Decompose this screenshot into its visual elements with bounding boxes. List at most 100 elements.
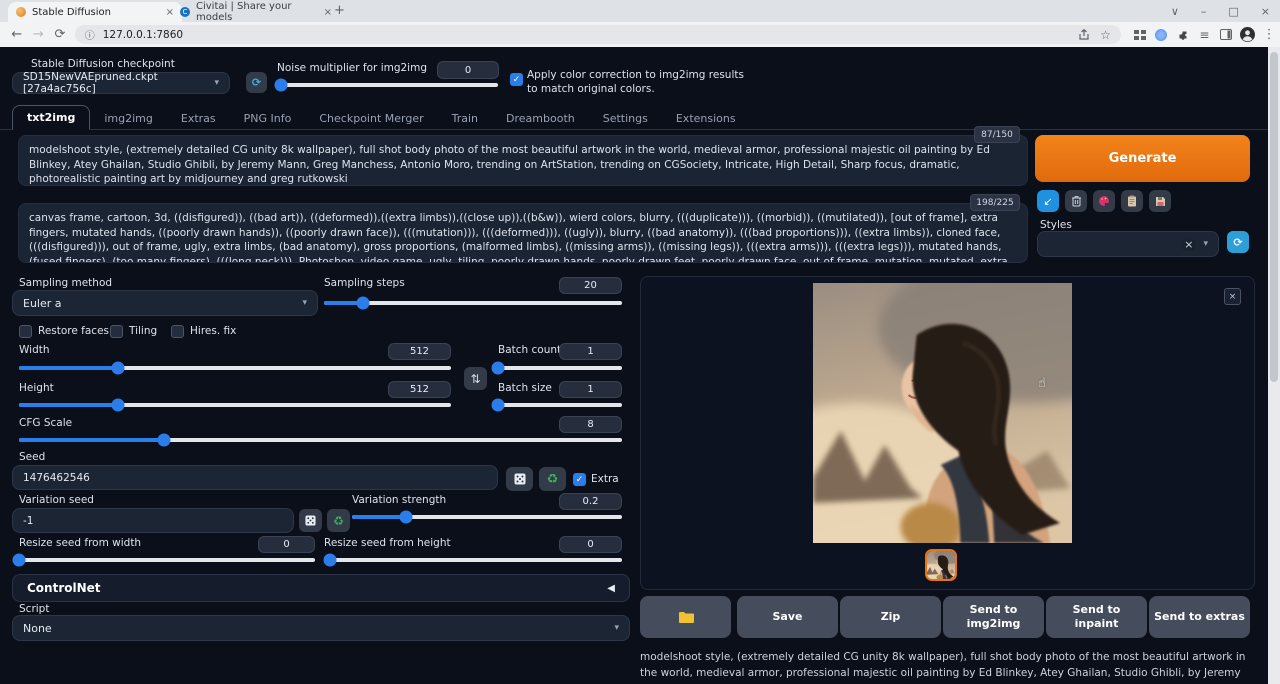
chevron-down-icon: ▾ [614,623,619,633]
checkpoint-dropdown[interactable]: SD15NewVAEpruned.ckpt [27a4ac756c] ▾ [12,72,230,94]
page-scrollbar-thumb[interactable] [1270,52,1278,382]
send-to-extras-button[interactable]: Send to extras [1149,596,1250,638]
share-icon[interactable] [1078,29,1090,41]
noise-multiplier-slider[interactable] [281,78,498,92]
reuse-seed-recycle-button[interactable]: ♻ [539,467,566,491]
browser-tab-title: Stable Diffusion [32,7,111,18]
window-close-icon[interactable]: × [1261,5,1270,18]
tab-train[interactable]: Train [438,107,492,130]
height-value[interactable]: 512 [388,381,451,398]
app-tabs: txt2img img2img Extras PNG Info Checkpoi… [12,104,750,130]
tab-checkpoint-merger[interactable]: Checkpoint Merger [305,107,437,130]
random-variation-seed-dice-button[interactable] [299,509,322,532]
gallery-thumbnail[interactable] [925,549,957,581]
batch-size-slider[interactable] [498,398,622,412]
window-minimize-icon[interactable]: – [1201,5,1207,18]
tiling-checkbox[interactable]: ✓ [110,325,123,338]
save-button[interactable]: Save [737,596,838,638]
batch-count-value[interactable]: 1 [559,343,622,360]
window-controls: ∨ – □ × [1171,0,1270,22]
apply-style-clipboard-button[interactable] [1121,190,1143,212]
meet-grid-icon[interactable] [1129,30,1151,40]
tab-img2img[interactable]: img2img [90,107,167,130]
send-to-img2img-button[interactable]: Send to img2img [943,596,1044,638]
resize-seed-width-value[interactable]: 0 [258,536,315,553]
height-label: Height [19,382,54,394]
side-panel-icon[interactable] [1215,29,1237,40]
generated-image[interactable] [813,283,1072,543]
negative-prompt-textarea[interactable]: canvas frame, cartoon, 3d, ((disfigured)… [18,203,1028,263]
extensions-puzzle-icon[interactable] [1172,29,1194,41]
sampling-method-dropdown[interactable]: Euler a ▾ [12,290,318,316]
cfg-scale-slider[interactable] [19,433,622,447]
controlnet-accordion[interactable]: ControlNet ◀ [12,574,630,602]
tab-png-info[interactable]: PNG Info [230,107,306,130]
generate-button[interactable]: Generate [1035,135,1250,182]
restore-faces-checkbox[interactable]: ✓ [19,325,32,338]
address-bar[interactable]: ⓘ 127.0.0.1:7860 ☆ [75,25,1121,44]
browser-menu-chevron-icon[interactable]: ∨ [1171,5,1179,18]
send-to-inpaint-button[interactable]: Send to inpaint [1046,596,1147,638]
script-dropdown[interactable]: None ▾ [12,615,630,641]
variation-strength-value[interactable]: 0.2 [559,493,622,510]
back-icon[interactable]: ← [6,27,28,42]
resize-seed-width-slider[interactable] [19,553,315,567]
clear-prompt-trash-button[interactable] [1065,190,1087,212]
styles-palette-button[interactable] [1093,190,1115,212]
refresh-styles-button[interactable]: ⟳ [1227,231,1249,253]
sampling-steps-slider[interactable] [324,296,622,310]
script-label: Script [19,603,49,615]
paste-parameters-button[interactable]: ↙ [1037,190,1059,212]
tab-txt2img[interactable]: txt2img [12,105,90,130]
resize-seed-height-slider[interactable] [324,553,622,567]
resize-seed-height-value[interactable]: 0 [559,536,622,553]
forward-icon[interactable]: → [28,27,50,42]
sampling-steps-value[interactable]: 20 [559,277,622,294]
site-info-icon[interactable]: ⓘ [85,27,95,42]
reading-list-icon[interactable]: ≡ [1194,28,1216,42]
tab-close-icon[interactable]: × [324,7,332,18]
seed-input[interactable]: 1476462546 [12,465,498,490]
width-slider[interactable] [19,361,451,375]
cfg-scale-value[interactable]: 8 [559,416,622,433]
open-folder-button[interactable] [640,596,731,638]
zip-button[interactable]: Zip [840,596,941,638]
height-slider[interactable] [19,398,451,412]
width-value[interactable]: 512 [388,343,451,360]
hires-fix-checkbox[interactable]: ✓ [171,325,184,338]
checkpoint-label: Stable Diffusion checkpoint [31,58,175,70]
profile-avatar[interactable] [1237,27,1259,42]
random-seed-dice-button[interactable] [506,467,533,491]
save-style-floppy-button[interactable] [1149,190,1171,212]
reload-icon[interactable]: ⟳ [49,27,71,42]
bookmark-star-icon[interactable]: ☆ [1100,28,1111,42]
extension-blue-dot-icon[interactable] [1150,29,1172,41]
color-correction-label: Apply color correction to img2img result… [527,68,745,96]
window-maximize-icon[interactable]: □ [1228,5,1238,18]
tab-extensions[interactable]: Extensions [662,107,750,130]
tab-extras[interactable]: Extras [167,107,230,130]
tab-dreambooth[interactable]: Dreambooth [492,107,589,130]
browser-tab-civitai[interactable]: C Civitai | Share your models × [172,2,340,22]
hires-fix-label: Hires. fix [190,325,236,337]
browser-menu-icon[interactable]: ⋮ [1258,27,1280,42]
clear-styles-icon[interactable]: × [1181,238,1196,251]
new-tab-button[interactable]: + [334,3,345,18]
prompt-textarea[interactable]: modelshoot style, (extremely detailed CG… [18,135,1028,186]
close-gallery-icon[interactable]: × [1224,288,1241,305]
extra-seed-checkbox[interactable]: ✓ [573,473,586,486]
reuse-variation-seed-recycle-button[interactable]: ♻ [327,509,350,532]
styles-dropdown[interactable]: × ▾ [1037,231,1219,257]
tab-settings[interactable]: Settings [589,107,662,130]
browser-tab-stable-diffusion[interactable]: Stable Diffusion × [8,2,182,22]
url-text: 127.0.0.1:7860 [103,29,183,41]
sampling-steps-label: Sampling steps [324,277,405,289]
noise-multiplier-value[interactable]: 0 [437,61,499,79]
variation-seed-input[interactable]: -1 [12,508,294,533]
batch-size-value[interactable]: 1 [559,381,622,398]
color-correction-checkbox[interactable]: ✓ [510,73,523,86]
variation-strength-slider[interactable] [352,510,622,524]
batch-count-slider[interactable] [498,361,622,375]
swap-dimensions-button[interactable]: ⇅ [464,367,487,390]
refresh-checkpoint-button[interactable]: ⟳ [246,72,267,93]
